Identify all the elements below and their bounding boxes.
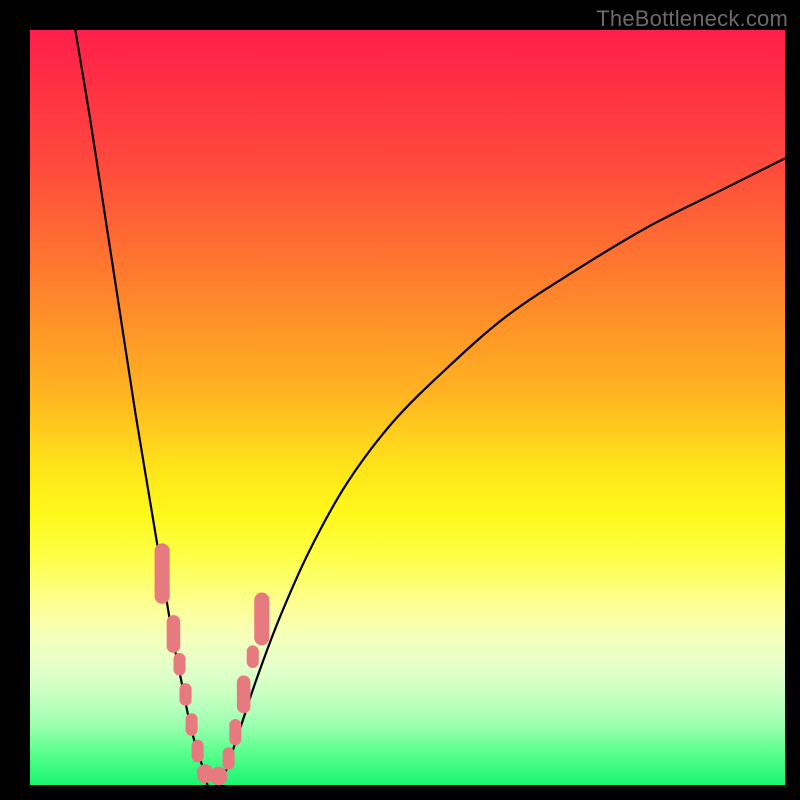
marker-group xyxy=(155,543,270,785)
marker-point xyxy=(173,653,185,676)
marker-point xyxy=(247,645,259,668)
marker-point xyxy=(186,713,198,736)
marker-point xyxy=(210,767,227,786)
chart-svg xyxy=(0,0,800,800)
marker-point xyxy=(167,615,181,653)
curve-curve-left xyxy=(75,30,207,785)
marker-point xyxy=(179,683,191,706)
marker-point xyxy=(155,543,170,603)
marker-point xyxy=(254,592,269,645)
chart-frame: TheBottleneck.com xyxy=(0,0,800,800)
marker-point xyxy=(192,740,204,763)
curve-curve-right xyxy=(219,158,785,785)
marker-point xyxy=(229,719,241,745)
marker-point xyxy=(223,747,235,770)
marker-point xyxy=(237,676,251,714)
